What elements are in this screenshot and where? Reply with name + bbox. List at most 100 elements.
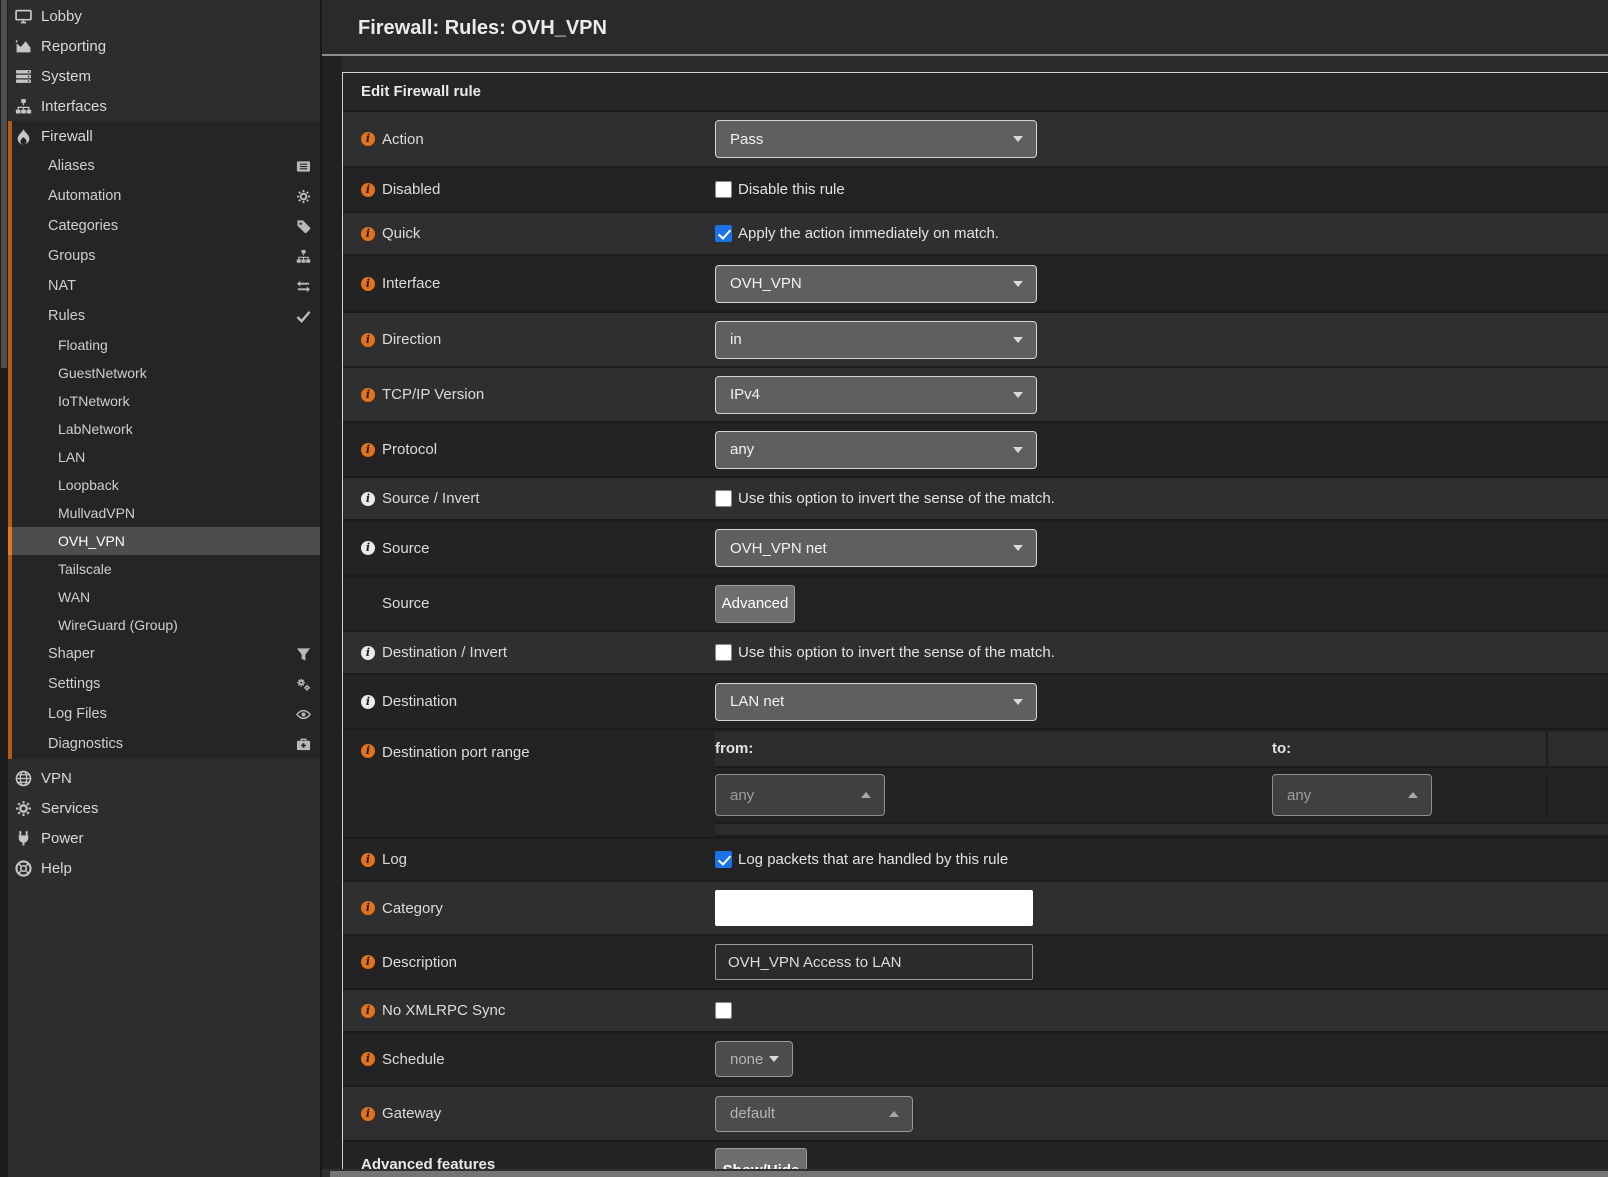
chevron-down-icon	[1013, 447, 1023, 453]
vertical-scrollbar[interactable]	[0, 0, 8, 1177]
disabled-checkbox[interactable]	[715, 181, 732, 198]
chart-icon	[15, 38, 32, 55]
panel-title: Edit Firewall rule	[343, 73, 1608, 112]
plug-icon	[15, 830, 32, 847]
sidebar-item-system[interactable]: System	[0, 61, 320, 91]
sidebar-item-rules-iotnetwork[interactable]: IoTNetwork	[12, 387, 320, 415]
sidebar-item-nat[interactable]: NAT	[12, 271, 320, 301]
info-icon[interactable]: i	[361, 227, 375, 241]
sidebar-item-rules-wireguard-group[interactable]: WireGuard (Group)	[12, 611, 320, 639]
quick-checkbox[interactable]	[715, 225, 732, 242]
info-icon[interactable]: i	[361, 443, 375, 457]
protocol-select[interactable]: any	[715, 431, 1037, 469]
edit-firewall-rule-panel: Edit Firewall rule iAction Pass iDisable…	[342, 72, 1608, 1177]
check-icon	[296, 309, 311, 324]
sidebar-item-rules-tailscale[interactable]: Tailscale	[12, 555, 320, 583]
horizontal-scrollbar[interactable]	[322, 1169, 1608, 1177]
destination-invert-checkbox[interactable]	[715, 644, 732, 661]
info-icon[interactable]: i	[361, 277, 375, 291]
chevron-up-icon	[889, 1111, 899, 1117]
gears-icon	[296, 677, 311, 692]
info-icon[interactable]: i	[361, 1052, 375, 1066]
info-icon[interactable]: i	[361, 541, 375, 555]
sidebar-item-reporting[interactable]: Reporting	[0, 31, 320, 61]
form-row-source-invert: iSource / Invert Use this option to inve…	[343, 478, 1608, 521]
sidebar-item-rules-guestnetwork[interactable]: GuestNetwork	[12, 359, 320, 387]
sidebar-item-automation[interactable]: Automation	[12, 181, 320, 211]
sidebar-item-settings[interactable]: Settings	[12, 669, 320, 699]
form-row-protocol: iProtocol any	[343, 423, 1608, 478]
source-invert-checkbox[interactable]	[715, 490, 732, 507]
sidebar-item-groups[interactable]: Groups	[12, 241, 320, 271]
sidebar-item-rules-lan[interactable]: LAN	[12, 443, 320, 471]
sidebar-item-firewall[interactable]: Firewall	[12, 121, 320, 151]
port-from-header: from:	[715, 740, 753, 757]
direction-select[interactable]: in	[715, 321, 1037, 359]
sidebar-item-rules-floating[interactable]: Floating	[12, 331, 320, 359]
sidebar-item-log-files[interactable]: Log Files	[12, 699, 320, 729]
info-icon[interactable]: i	[361, 955, 375, 969]
port-range-table: from: to: any any	[715, 730, 1608, 837]
sitemap-icon	[296, 249, 311, 264]
info-icon[interactable]: i	[361, 388, 375, 402]
action-select[interactable]: Pass	[715, 120, 1037, 158]
horizontal-scrollbar-thumb[interactable]	[330, 1171, 1608, 1177]
form-row-gateway: iGateway default	[343, 1087, 1608, 1142]
port-to-header: to:	[1272, 740, 1291, 757]
sidebar-item-diagnostics[interactable]: Diagnostics	[12, 729, 320, 759]
destination-select[interactable]: LAN net	[715, 683, 1037, 721]
info-icon[interactable]: i	[361, 492, 375, 506]
form-row-no-xmlrpc: iNo XMLRPC Sync	[343, 990, 1608, 1033]
sidebar-item-rules-ovh-vpn[interactable]: OVH_VPN	[12, 527, 320, 555]
info-icon[interactable]: i	[361, 695, 375, 709]
sidebar-item-lobby[interactable]: Lobby	[0, 1, 320, 31]
gateway-select[interactable]: default	[715, 1096, 913, 1132]
info-icon[interactable]: i	[361, 333, 375, 347]
sidebar-item-services[interactable]: Services	[0, 793, 320, 823]
sidebar-item-interfaces[interactable]: Interfaces	[0, 91, 320, 121]
sidebar-nav: Lobby Reporting System Interfaces Firewa…	[0, 0, 320, 883]
sidebar-item-power[interactable]: Power	[0, 823, 320, 853]
category-input[interactable]	[715, 890, 1033, 926]
info-icon[interactable]: i	[361, 646, 375, 660]
lifering-icon	[15, 860, 32, 877]
sidebar-item-categories[interactable]: Categories	[12, 211, 320, 241]
sidebar-item-rules-loopback[interactable]: Loopback	[12, 471, 320, 499]
interface-select[interactable]: OVH_VPN	[715, 265, 1037, 303]
sidebar-item-rules-mullvadvpn[interactable]: MullvadVPN	[12, 499, 320, 527]
source-select[interactable]: OVH_VPN net	[715, 529, 1037, 567]
schedule-select[interactable]: none	[715, 1041, 793, 1077]
sidebar-item-label: Reporting	[41, 38, 106, 55]
info-icon[interactable]: i	[361, 183, 375, 197]
tag-icon	[296, 219, 311, 234]
info-icon[interactable]: i	[361, 1107, 375, 1121]
server-icon	[15, 68, 32, 85]
info-icon[interactable]: i	[361, 1004, 375, 1018]
info-icon[interactable]: i	[361, 901, 375, 915]
sidebar-item-label: Power	[41, 830, 84, 847]
source-advanced-button[interactable]: Advanced	[715, 585, 795, 623]
sidebar-item-vpn[interactable]: VPN	[0, 763, 320, 793]
form-row-destination: iDestination LAN net	[343, 675, 1608, 730]
sidebar-item-rules-labnetwork[interactable]: LabNetwork	[12, 415, 320, 443]
description-input[interactable]	[715, 944, 1033, 980]
vertical-scrollbar-thumb[interactable]	[1, 0, 7, 368]
exchange-icon	[296, 279, 311, 294]
info-icon[interactable]: i	[361, 132, 375, 146]
sidebar-item-rules-wan[interactable]: WAN	[12, 583, 320, 611]
info-icon[interactable]: i	[361, 853, 375, 867]
sidebar-item-help[interactable]: Help	[0, 853, 320, 883]
form-row-quick: iQuick Apply the action immediately on m…	[343, 213, 1608, 256]
sidebar-item-shaper[interactable]: Shaper	[12, 639, 320, 669]
chevron-down-icon	[1013, 337, 1023, 343]
info-icon[interactable]: i	[361, 744, 375, 758]
sidebar-item-rules[interactable]: Rules	[12, 301, 320, 331]
sidebar-item-aliases[interactable]: Aliases	[12, 151, 320, 181]
port-to-select[interactable]: any	[1272, 774, 1432, 816]
log-checkbox[interactable]	[715, 851, 732, 868]
sidebar-item-label: System	[41, 68, 91, 85]
form-row-dest-port-range: iDestination port range from: to: any an…	[343, 730, 1608, 839]
no-xmlrpc-checkbox[interactable]	[715, 1002, 732, 1019]
port-from-select[interactable]: any	[715, 774, 885, 816]
ip-version-select[interactable]: IPv4	[715, 376, 1037, 414]
